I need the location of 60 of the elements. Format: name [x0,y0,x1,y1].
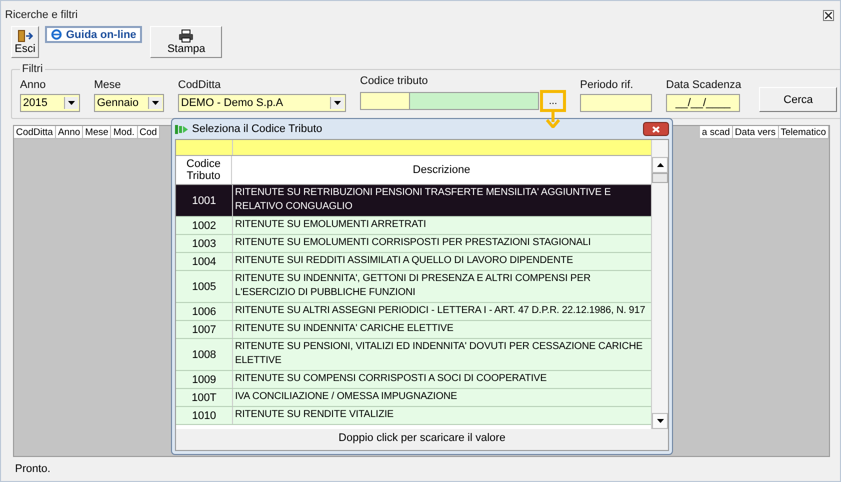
close-icon [652,126,660,132]
list-row[interactable]: 1002 RITENUTE SU EMOLUMENTI ARRETRATI [176,217,651,235]
column-header: Anno [56,126,84,139]
close-icon[interactable] [823,10,834,20]
browser-icon [51,29,62,40]
field-label: Codice tributo [360,75,429,87]
date-input-field[interactable]: __/__/____ [666,94,740,112]
search-button[interactable]: Cerca [759,87,838,112]
scroll-down-button[interactable] [652,413,668,429]
caret-icon [334,101,341,105]
scroll-thumb[interactable] [652,173,668,183]
field-label: Anno [20,79,47,91]
printer-icon [178,29,194,43]
code-input-field[interactable] [360,92,410,110]
column-header: CodDitta [14,126,56,139]
scroll-up-button[interactable] [652,157,668,173]
list-row[interactable]: 1008 RITENUTE SU PENSIONI, VITALIZI ED INDENNITA' DOVUTI PER CESSAZIONE CARICHE ELETTIVE [176,339,651,371]
app-icon [175,124,189,134]
column-header: Cod [138,126,160,139]
column-header: a scad [700,126,733,139]
field-label: Mese [94,79,122,91]
status-text: Pronto. [14,462,52,475]
caret-icon [68,101,75,105]
column-header: Codice Tributo [176,156,232,184]
field-label: Periodo rif. [580,79,634,91]
caret-icon [656,419,664,423]
list-row[interactable]: 1009 RITENUTE SU COMPENSI CORRISPOSTI A SOCI DI COOPERATIVE [176,371,651,389]
print-button[interactable]: Stampa [150,26,222,58]
list-row[interactable]: 100T IVA CONCILIAZIONE / OMESSA IMPUGNAZIONE [176,389,651,407]
column-header: Telematico [778,126,829,139]
exit-button[interactable]: Esci [11,26,39,58]
column-header: Mese [83,126,112,139]
list-row[interactable]: 1007 RITENUTE SU INDENNITA' CARICHE ELETTIVE [176,321,651,339]
caret-icon [152,101,159,105]
company-dropdown[interactable]: DEMO - Demo S.p.A [178,94,346,112]
list-row[interactable]: 1010 RITENUTE SU RENDITE VITALIZIE [176,407,651,425]
description-input-field[interactable] [410,92,539,110]
caret-icon [656,163,664,167]
list-row[interactable]: 1005 RITENUTE SU INDENNITA', GETTONI DI PRESENZA E ALTRI COMPENSI PER L'ESERCIZIO DI PUBBLICHE FUNZIONI [176,271,651,303]
list-row[interactable]: 1001 RITENUTE SU RETRIBUZIONI PENSIONI TRASFERTE MENSILITA' AGGIUNTIVE E RELATIVO CONGUAGLIO [176,185,651,217]
field-label: CodDitta [178,79,222,91]
year-dropdown[interactable]: 2015 [20,94,80,112]
list-row[interactable]: 1003 RITENUTE SU EMOLUMENTI CORRISPOSTI PER PRESTAZIONI STAGIONALI [176,235,651,253]
browse-button[interactable]: ... [540,90,566,112]
group-title: Filtri [21,63,44,75]
hint-text: Doppio click per scaricare il valore [338,431,506,444]
close-button[interactable] [643,122,669,136]
field-label: Data Scadenza [666,79,742,91]
list-row[interactable]: 1006 RITENUTE SU ALTRI ASSEGNI PERIODICI - LETTERA I - ART. 47 D.P.R. 22.12.1986, N. 917 [176,303,651,321]
list-row[interactable]: 1004 RITENUTE SUI REDDITI ASSIMILATI A QUELLO DI LAVORO DIPENDENTE [176,253,651,271]
door-icon [17,29,33,43]
month-dropdown[interactable]: Gennaio [94,94,164,112]
column-header: Descrizione [412,163,472,178]
column-header: Data vers [732,126,779,139]
column-header: Mod. [111,126,138,139]
help-button[interactable]: Guida on-line [45,26,142,43]
dialog-title: Seleziona il Codice Tributo [192,123,324,135]
window-title: Ricerche e filtri [5,9,78,21]
scrollbar[interactable] [651,140,668,429]
period-input-field[interactable] [580,94,652,112]
